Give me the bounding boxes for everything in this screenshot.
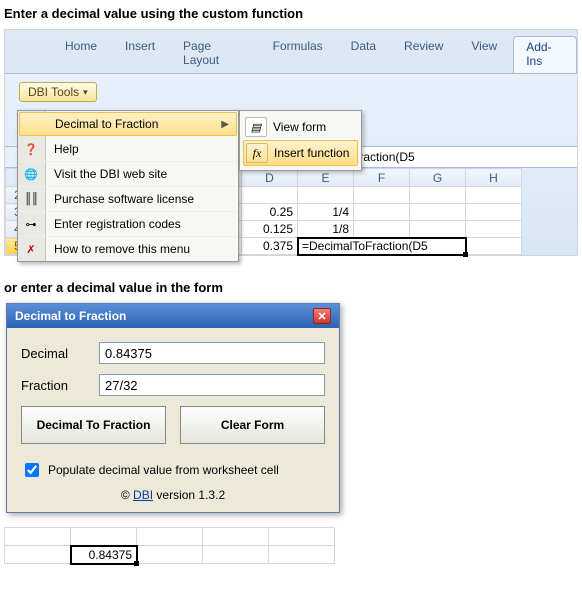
cell[interactable] xyxy=(242,187,298,204)
menu-item-purchase[interactable]: ║║ Purchase software license xyxy=(18,187,238,212)
decimal-to-fraction-button[interactable]: Decimal To Fraction xyxy=(21,406,166,444)
cell[interactable] xyxy=(269,528,335,546)
tab-formulas[interactable]: Formulas xyxy=(261,36,335,73)
clear-form-button[interactable]: Clear Form xyxy=(180,406,325,444)
cell[interactable] xyxy=(466,187,522,204)
heading-custom-function: Enter a decimal value using the custom f… xyxy=(4,6,578,21)
column-header-f[interactable]: F xyxy=(354,169,410,187)
menu-item-decimal-to-fraction[interactable]: Decimal to Fraction ▶ xyxy=(19,112,237,136)
menu-item-remove[interactable]: ✗ How to remove this menu xyxy=(18,237,238,261)
globe-icon: 🌐 xyxy=(23,166,39,182)
selected-cell-value[interactable]: 0.84375 xyxy=(71,546,137,564)
cell[interactable] xyxy=(137,528,203,546)
menu-item-visit-site[interactable]: 🌐 Visit the DBI web site xyxy=(18,162,238,187)
tab-review[interactable]: Review xyxy=(392,36,455,73)
menu-item-label: Enter registration codes xyxy=(54,217,181,231)
submenu-insert-function[interactable]: fx Insert function xyxy=(243,140,358,166)
cell[interactable] xyxy=(466,238,522,255)
tab-page-layout[interactable]: Page Layout xyxy=(171,36,257,73)
menu-item-label: Help xyxy=(54,142,79,156)
submenu-label: Insert function xyxy=(274,146,349,160)
chevron-right-icon: ▶ xyxy=(221,119,229,130)
tab-insert[interactable]: Insert xyxy=(113,36,167,73)
column-header-e[interactable]: E xyxy=(298,169,354,187)
cell[interactable] xyxy=(71,528,137,546)
cell[interactable] xyxy=(354,221,410,238)
dialog-credit: © DBI version 1.3.2 xyxy=(21,488,325,502)
tab-data[interactable]: Data xyxy=(339,36,388,73)
submenu-view-form[interactable]: ▤ View form xyxy=(243,115,358,139)
cell-d4[interactable]: 0.125 xyxy=(242,221,298,238)
decimal-to-fraction-dialog: Decimal to Fraction ✕ Decimal Fraction D… xyxy=(6,303,340,513)
cell[interactable] xyxy=(466,221,522,238)
cell[interactable] xyxy=(203,528,269,546)
tab-home[interactable]: Home xyxy=(53,36,109,73)
key-icon: ⊶ xyxy=(23,216,39,232)
populate-checkbox-label: Populate decimal value from worksheet ce… xyxy=(48,463,279,477)
chevron-down-icon: ▾ xyxy=(83,87,88,98)
heading-form: or enter a decimal value in the form xyxy=(4,280,578,295)
cell[interactable] xyxy=(354,204,410,221)
dbi-tools-menu: Decimal to Fraction ▶ ❓ Help 🌐 Visit the… xyxy=(17,110,239,262)
cell[interactable] xyxy=(410,221,466,238)
cell[interactable] xyxy=(410,204,466,221)
cell[interactable] xyxy=(5,546,71,564)
menu-item-label: Purchase software license xyxy=(54,192,194,206)
cell[interactable] xyxy=(410,187,466,204)
menu-item-label: Visit the DBI web site xyxy=(54,167,167,181)
fraction-label: Fraction xyxy=(21,378,99,393)
cell[interactable] xyxy=(354,187,410,204)
delete-icon: ✗ xyxy=(23,241,39,257)
cell-d3[interactable]: 0.25 xyxy=(242,204,298,221)
cell-d5[interactable]: 0.375 xyxy=(242,238,298,255)
ribbon-tabs: Home Insert Page Layout Formulas Data Re… xyxy=(5,36,577,73)
column-header-h[interactable]: H xyxy=(466,169,522,187)
help-icon: ❓ xyxy=(23,141,39,157)
cell-e4[interactable]: 1/8 xyxy=(298,221,354,238)
column-header-d[interactable]: D xyxy=(242,169,298,187)
worksheet-grid-secondary: 0.84375 xyxy=(4,527,335,564)
tab-add-ins[interactable]: Add-Ins xyxy=(513,36,577,73)
cell-e3[interactable]: 1/4 xyxy=(298,204,354,221)
tab-view[interactable]: View xyxy=(459,36,509,73)
version-text: version 1.3.2 xyxy=(156,488,225,502)
cell-e5-editing[interactable]: =DecimalToFraction(D5 xyxy=(298,238,466,255)
cell[interactable] xyxy=(298,187,354,204)
dialog-title: Decimal to Fraction xyxy=(15,309,126,323)
copyright-icon: © xyxy=(121,488,130,502)
cell[interactable] xyxy=(466,204,522,221)
fraction-input[interactable] xyxy=(99,374,325,396)
ribbon: Home Insert Page Layout Formulas Data Re… xyxy=(4,29,578,256)
dialog-titlebar[interactable]: Decimal to Fraction ✕ xyxy=(7,304,339,328)
populate-checkbox[interactable] xyxy=(25,463,39,477)
menu-item-label: How to remove this menu xyxy=(54,242,190,256)
close-icon[interactable]: ✕ xyxy=(313,308,331,324)
submenu-label: View form xyxy=(273,120,326,134)
form-icon: ▤ xyxy=(245,117,267,137)
fx-icon: fx xyxy=(246,143,268,163)
cell[interactable] xyxy=(203,546,269,564)
dbi-link[interactable]: DBI xyxy=(133,488,153,502)
decimal-label: Decimal xyxy=(21,346,99,361)
decimal-input[interactable] xyxy=(99,342,325,364)
cell[interactable] xyxy=(269,546,335,564)
cell[interactable] xyxy=(5,528,71,546)
column-header-g[interactable]: G xyxy=(410,169,466,187)
decimal-to-fraction-submenu: ▤ View form fx Insert function xyxy=(239,110,362,171)
menu-item-help[interactable]: ❓ Help xyxy=(18,137,238,162)
barcode-icon: ║║ xyxy=(23,191,39,207)
dbi-tools-label: DBI Tools xyxy=(28,85,79,99)
cell[interactable] xyxy=(137,546,203,564)
menu-item-label: Decimal to Fraction xyxy=(55,117,158,131)
menu-item-registration[interactable]: ⊶ Enter registration codes xyxy=(18,212,238,237)
dbi-tools-button[interactable]: DBI Tools ▾ xyxy=(19,82,97,102)
